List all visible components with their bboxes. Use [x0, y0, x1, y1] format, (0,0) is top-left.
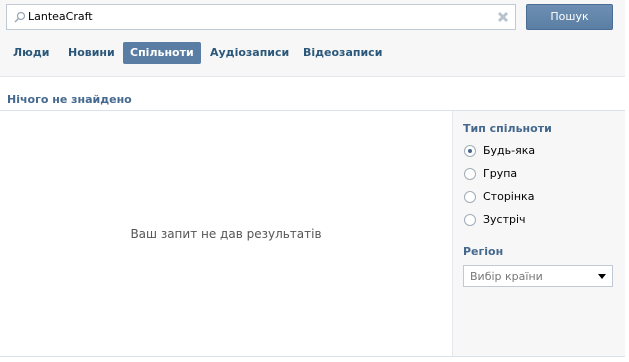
community-type-title: Тип спільноти	[463, 122, 552, 135]
filters-sidebar: Тип спільноти Будь-яка Група Сторінка Зу…	[452, 111, 625, 356]
search-input[interactable]: LanteaCraft	[6, 4, 516, 30]
search-input-value: LanteaCraft	[28, 10, 93, 23]
tab-audio[interactable]: Аудіозаписи	[203, 42, 296, 64]
country-select-value: Вибір країни	[470, 270, 543, 283]
tab-communities[interactable]: Спільноти	[123, 42, 201, 64]
radio-button[interactable]	[464, 214, 476, 226]
region-title: Регіон	[463, 245, 504, 258]
search-bar-area: LanteaCraft Пошук Люди Новини Спільноти …	[0, 0, 625, 77]
tab-news[interactable]: Новини	[61, 42, 122, 64]
radio-label: Група	[483, 167, 518, 180]
dropdown-arrow-icon	[598, 274, 606, 279]
results-panel: Ваш запит не дав результатів	[0, 111, 452, 356]
page-edge	[625, 0, 629, 362]
tab-video[interactable]: Відеозаписи	[296, 42, 389, 64]
results-header: Нічого не знайдено	[7, 93, 132, 106]
radio-button[interactable]	[464, 145, 476, 157]
clear-search-icon[interactable]	[497, 11, 509, 23]
country-select[interactable]: Вибір країни	[463, 265, 613, 287]
bottom-border	[0, 356, 625, 357]
radio-button[interactable]	[464, 168, 476, 180]
radio-button[interactable]	[464, 191, 476, 203]
radio-label: Сторінка	[483, 190, 535, 203]
tab-people[interactable]: Люди	[6, 42, 56, 64]
search-icon	[14, 11, 26, 23]
radio-label: Зустріч	[483, 213, 526, 226]
empty-results-message: Ваш запит не дав результатів	[130, 227, 322, 241]
radio-label: Будь-яка	[483, 144, 536, 157]
search-button[interactable]: Пошук	[526, 4, 613, 30]
